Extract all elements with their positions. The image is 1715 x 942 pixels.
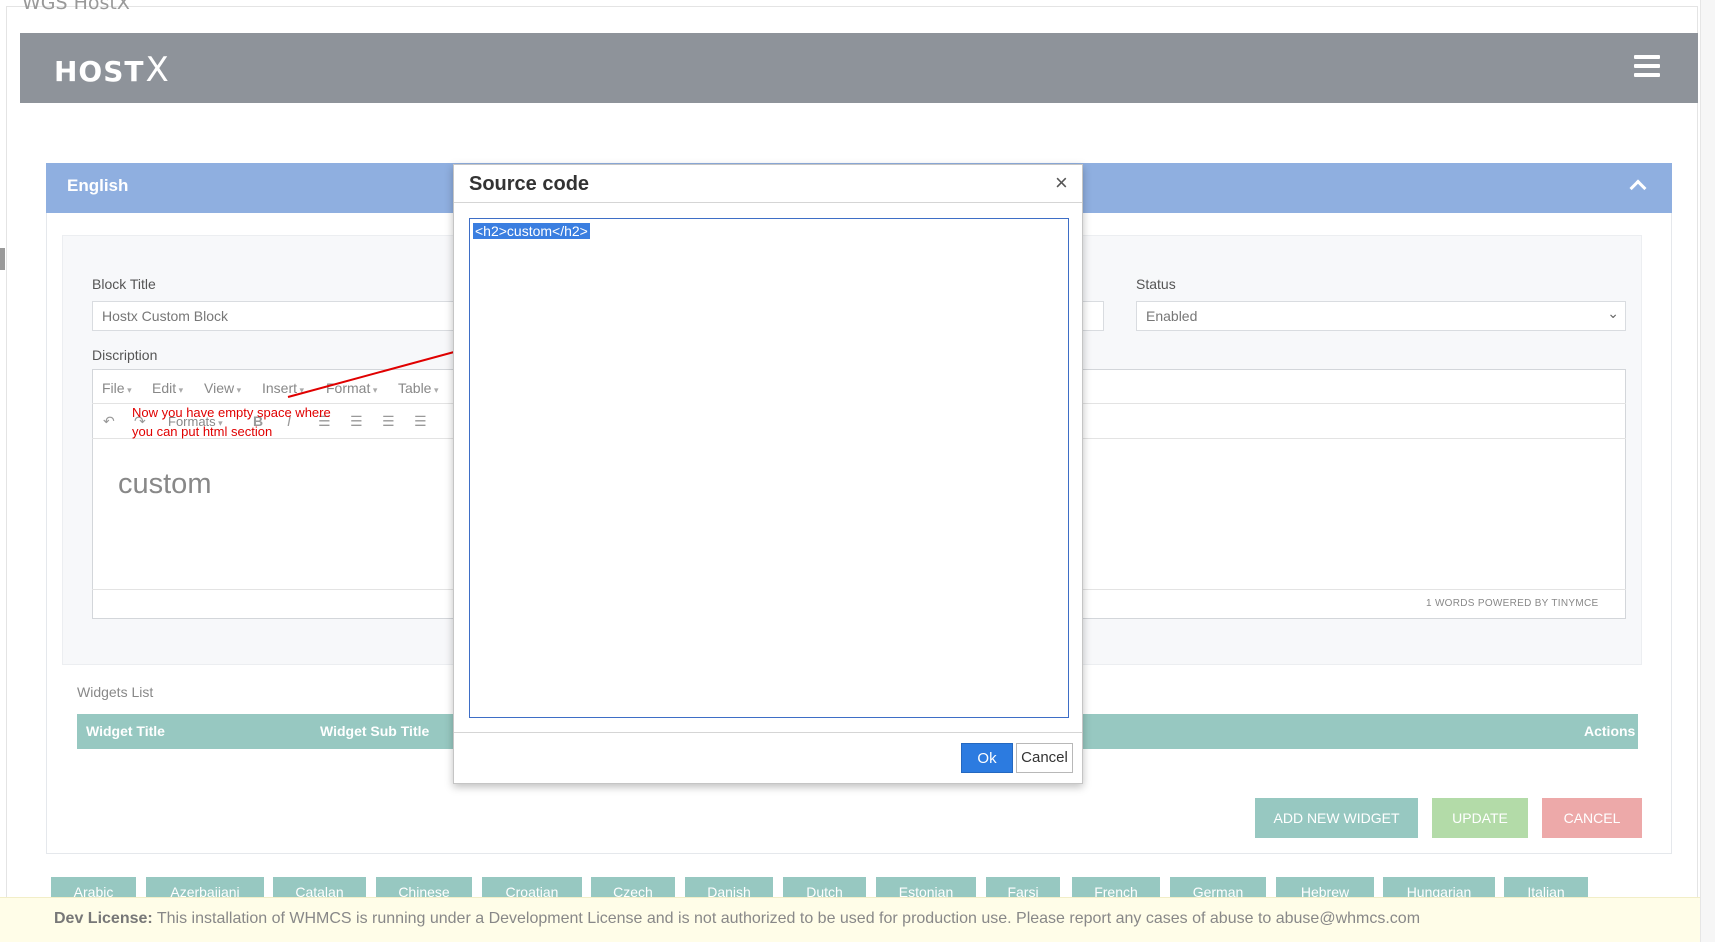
editor-content-heading[interactable]: custom [118,468,211,501]
align-right-icon[interactable]: ☰ [382,413,395,430]
status-select[interactable]: Enabled ⌄ [1136,301,1626,331]
align-center-icon[interactable]: ☰ [350,413,363,430]
status-label: Status [1136,276,1176,292]
description-label: Discription [92,347,158,363]
side-marker [0,248,5,270]
menu-edit[interactable]: Edit [152,380,183,396]
add-new-widget-button[interactable]: ADD NEW WIDGET [1255,798,1418,838]
ok-button[interactable]: Ok [961,743,1013,773]
dev-license-text: Dev License: This installation of WHMCS … [54,910,1420,928]
close-icon[interactable]: × [1055,170,1068,196]
dialog-cancel-button[interactable]: Cancel [1016,743,1073,773]
column-widget-title: Widget Title [86,723,165,739]
chevron-down-icon: ⌄ [1607,305,1619,321]
menu-hamburger-icon[interactable] [1634,55,1660,77]
vertical-scrollbar[interactable] [1700,0,1715,942]
top-header-bar [20,33,1698,103]
source-code-textarea[interactable] [469,218,1069,718]
source-code-selection: <h2>custom</h2> [473,223,590,239]
widgets-list-label: Widgets List [77,684,154,700]
hostx-logo[interactable]: HOSTX [54,50,170,90]
annotation-note: Now you have empty space where you can p… [132,405,331,439]
undo-icon[interactable]: ↶ [103,413,115,430]
align-justify-icon[interactable]: ☰ [414,413,427,430]
logo-x: X [145,50,170,90]
editor-word-count: 1 WORDS POWERED BY TINYMCE [1426,598,1599,609]
logo-text: HOST [54,55,145,88]
menu-view[interactable]: View [204,380,241,396]
dialog-title: Source code [469,173,590,195]
column-actions: Actions [1584,723,1636,739]
menu-file[interactable]: File [102,380,132,396]
update-button[interactable]: UPDATE [1432,798,1528,838]
block-title-label: Block Title [92,276,156,292]
dialog-footer-divider [454,732,1082,733]
dev-license-message: This installation of WHMCS is running un… [156,910,1421,927]
page-title: WGS HostX [22,0,130,14]
cancel-button[interactable]: CANCEL [1542,798,1642,838]
column-widget-subtitle: Widget Sub Title [320,723,430,739]
panel-title: English [67,176,129,195]
dev-license-label: Dev License: [54,910,153,927]
status-selected-value: Enabled [1146,308,1198,324]
